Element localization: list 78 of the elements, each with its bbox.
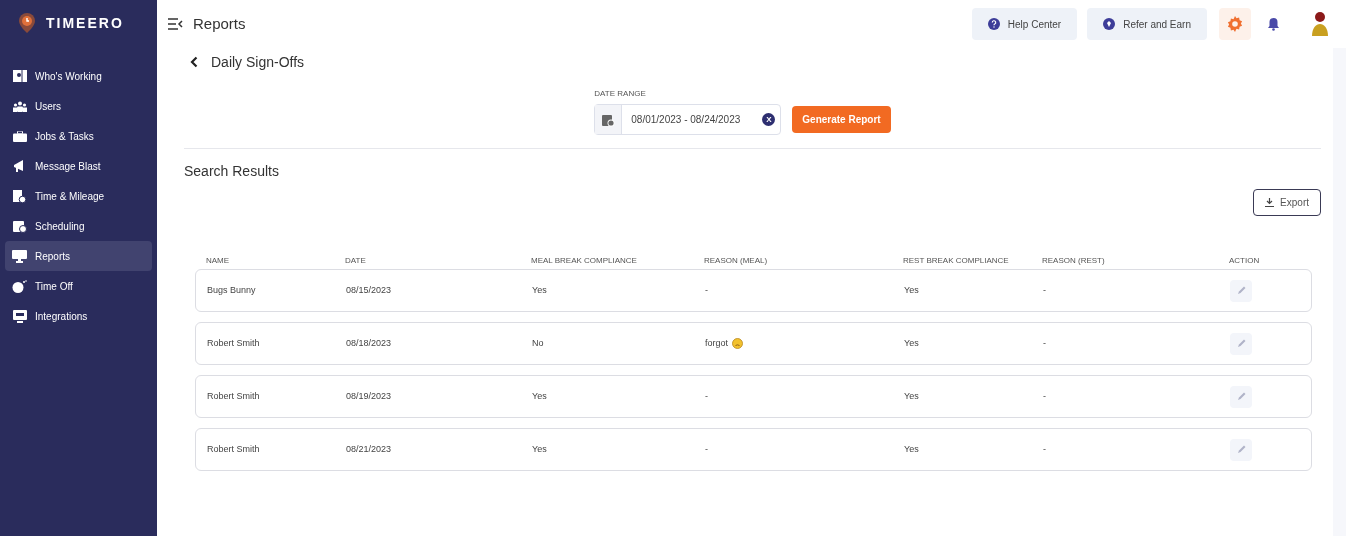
table-cell-text: Yes <box>904 389 919 403</box>
column-header: REASON (MEAL) <box>704 256 768 265</box>
monitor-icon <box>12 249 27 263</box>
column-header: REASON (REST) <box>1042 256 1105 265</box>
table-cell-text: 08/15/2023 <box>346 283 392 297</box>
calendar-icon <box>12 219 27 233</box>
section-title: Daily Sign-Offs <box>211 52 305 72</box>
table-cell-text: - <box>1043 283 1046 297</box>
table-cell-text: 08/21/2023 <box>346 442 392 456</box>
table-cell-text: Yes <box>532 389 547 403</box>
back-icon[interactable] <box>190 56 198 68</box>
download-icon <box>1265 198 1275 207</box>
table-cell-text: - <box>705 442 708 456</box>
column-header: ACTION <box>1229 256 1260 265</box>
sidebar-item[interactable]: Time & Mileage <box>5 181 152 211</box>
pencil-icon <box>1236 339 1246 348</box>
pencil-icon <box>1236 445 1246 454</box>
clear-button[interactable]: X <box>762 113 776 126</box>
bell-icon[interactable] <box>1267 17 1280 31</box>
sidebar-item[interactable]: Users <box>5 91 152 121</box>
column-header: DATE <box>345 256 366 265</box>
timesheet-icon <box>13 189 26 203</box>
menu-icon[interactable] <box>167 18 183 30</box>
results-title: Search Results <box>184 162 280 181</box>
briefcase-icon <box>12 130 27 142</box>
edit-button[interactable] <box>1230 332 1252 355</box>
logo-text: TIMEERO <box>46 13 124 33</box>
edit-button[interactable] <box>1230 279 1252 302</box>
sidebar-item[interactable]: Scheduling <box>5 211 152 241</box>
table-cell-text: Robert Smith <box>207 336 260 350</box>
table-cell-text: Robert Smith <box>207 389 260 403</box>
export-button[interactable]: Export <box>1253 189 1321 216</box>
date-range-field[interactable]: 08/01/2023 - 08/24/2023 X <box>594 104 782 135</box>
sidebar-item[interactable]: Message Blast <box>5 151 152 181</box>
table-cell-text: Bugs Bunny <box>207 283 256 297</box>
table-cell-text: Yes <box>532 442 547 456</box>
sidebar-item[interactable]: Jobs & Tasks <box>5 121 152 151</box>
table-cell-text: Yes <box>904 283 919 297</box>
table-cell-text: 08/18/2023 <box>346 336 392 350</box>
coin-icon <box>1103 18 1116 30</box>
table-cell-text: Robert Smith <box>207 442 260 456</box>
users-icon <box>12 100 27 112</box>
column-header: NAME <box>206 256 230 265</box>
table-cell-text: Yes <box>904 336 919 350</box>
table-cell-text: 08/19/2023 <box>346 389 392 403</box>
table-cell-text: - <box>1043 442 1046 456</box>
table-cell-text: Yes <box>532 283 547 297</box>
edit-button[interactable] <box>1230 385 1252 408</box>
table-cell-text: - <box>705 389 708 403</box>
column-header: REST BREAK COMPLIANCE <box>903 256 1009 265</box>
map-icon <box>12 70 27 82</box>
table-cell-text: - <box>705 283 708 297</box>
sidebar-item[interactable]: Integrations <box>5 301 152 331</box>
sidebar-item[interactable]: Who's Working <box>5 61 152 91</box>
header-button[interactable]: Refer and Earn <box>1087 8 1207 40</box>
table-cell-text: Yes <box>904 442 919 456</box>
column-header: MEAL BREAK COMPLIANCE <box>531 256 637 265</box>
ball-icon <box>12 279 27 293</box>
table-cell-text: - <box>1043 389 1046 403</box>
sidebar-item[interactable]: Time Off <box>5 271 152 301</box>
logo-icon <box>18 12 36 34</box>
table-cell-text: No <box>532 336 544 350</box>
table-cell-text: forgot <box>705 336 728 350</box>
help-icon <box>987 18 1000 30</box>
page-title: Reports <box>193 13 246 34</box>
pencil-icon <box>1236 392 1246 401</box>
screen-icon <box>12 309 27 323</box>
date-range-value: 08/01/2023 - 08/24/2023 <box>631 113 741 127</box>
settings-icon <box>1226 15 1244 33</box>
calendar-icon <box>601 112 615 127</box>
field-label: DATE RANGE <box>594 88 647 100</box>
header-button[interactable]: Help Center <box>971 8 1078 40</box>
table-cell-text: - <box>1043 336 1046 350</box>
pencil-icon <box>1236 286 1246 295</box>
emoji-icon <box>732 338 743 349</box>
settings-button[interactable] <box>1219 8 1251 40</box>
edit-button[interactable] <box>1230 438 1252 461</box>
sidebar-item[interactable]: Reports <box>5 241 152 271</box>
